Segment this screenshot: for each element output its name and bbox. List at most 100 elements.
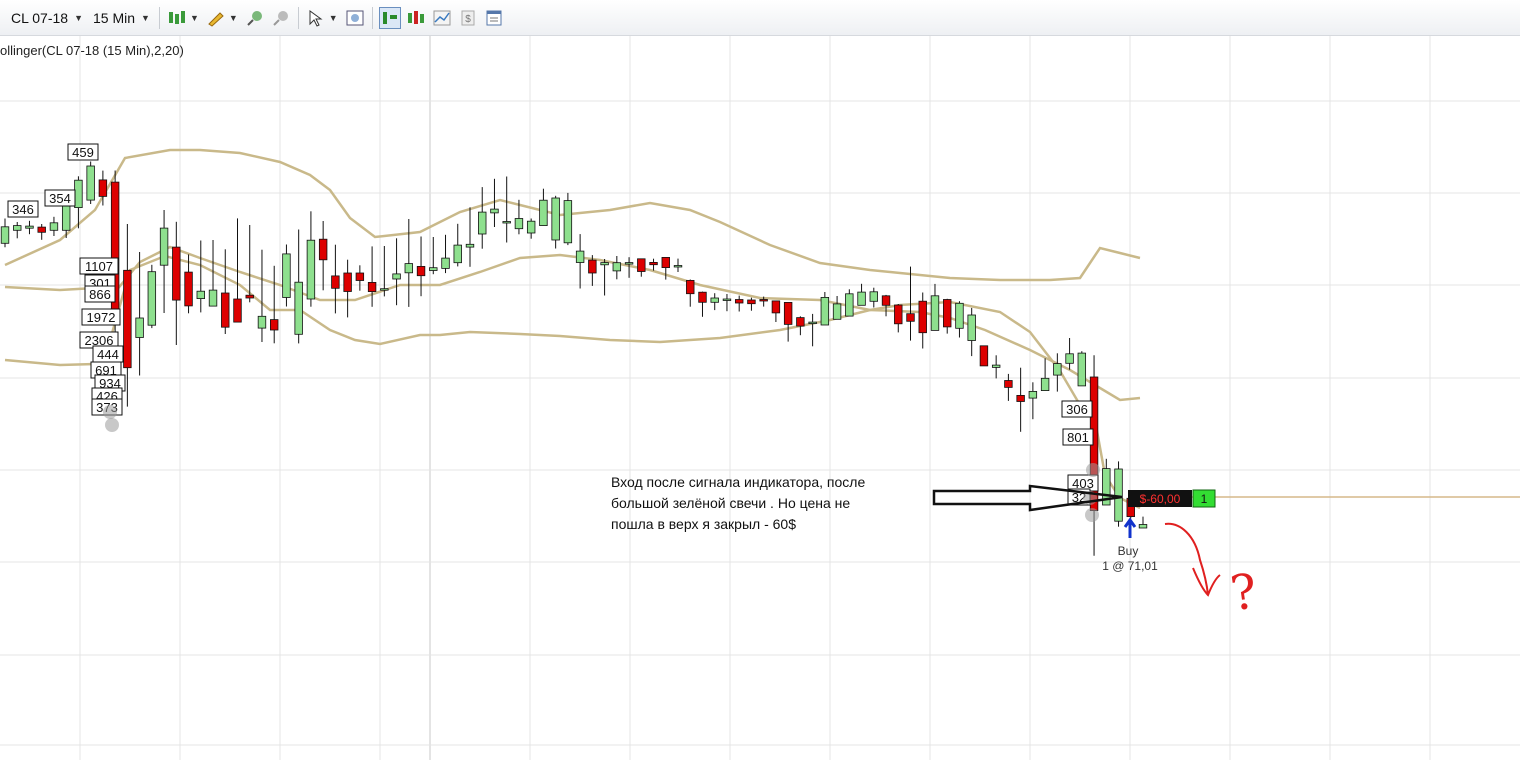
pointer-select-icon[interactable] [305,7,327,29]
position-display[interactable]: $-60,00 1 [1128,489,1216,508]
chart-trader-icon[interactable] [378,6,401,29]
indicator-label: ollinger(CL 07-18 (15 Min),2,20) [0,43,184,58]
candle-body [698,291,707,303]
candlestick-series [0,161,1148,556]
candle-body [686,279,695,295]
order-label-text: 1107 [85,259,113,274]
candle-body [869,291,878,302]
line-chart-icon[interactable] [431,7,453,29]
candle-body [465,243,475,248]
candle-body [991,364,1001,368]
candle-body [600,262,609,266]
candle-body [37,226,46,233]
bar-chart-icon[interactable] [405,7,427,29]
candle-body [808,321,817,325]
candle-body [1138,524,1148,529]
candle-body [233,298,242,323]
pencil-draw-icon[interactable] [205,7,227,29]
chevron-down-icon[interactable]: ▼ [190,13,199,23]
dollar-icon[interactable]: $ [457,7,479,29]
candle-body [147,271,157,326]
candle-body [588,259,597,274]
candle-body [1053,363,1062,376]
candle-body [759,299,768,302]
candle-body [61,205,71,231]
candle-body [380,288,389,291]
candle-body [25,225,34,229]
candle-body [906,313,915,322]
instrument-label: CL 07-18 [11,9,69,26]
order-label-text: 459 [72,145,94,160]
candle-body [478,211,487,235]
candle-body [612,262,622,272]
zoom-in-icon[interactable] [244,7,266,29]
candle-body [416,265,426,277]
timeframe-selector[interactable]: 15 Min ▼ [88,0,155,35]
candle-body [514,218,524,230]
candle-body [1077,352,1087,387]
candle-body [771,300,781,314]
candle-body [563,200,573,244]
candle-body [979,345,989,367]
candle-body [318,238,328,261]
candle-body [918,300,927,334]
properties-icon[interactable] [483,7,505,29]
execution-dot [105,418,119,432]
chart-toolbar: CL 07-18 ▼ 15 Min ▼ ▼ ▼ ▼ $ [0,0,1520,36]
price-chart[interactable]: 4593463541107301866197223064446919344263… [0,36,1520,760]
candle-body [710,297,719,303]
hand-drawn-down-arrow [1164,522,1221,597]
chevron-down-icon: ▼ [141,12,150,23]
candle-body [490,208,499,214]
chevron-down-icon[interactable]: ▼ [329,13,338,23]
zoom-out-icon[interactable] [270,7,292,29]
execution-detail: 1 @ 71,01 [1102,559,1158,573]
candle-body [661,256,670,268]
candle-body [930,295,940,331]
candle-body [49,222,59,231]
candle-body [367,281,377,292]
candle-body [159,227,169,266]
candle-body [857,291,866,306]
candle-body [673,265,683,268]
candle-body [967,314,976,341]
annotation-line-1: Вход после сигнала индикатора, после [611,474,866,490]
candle-body [257,315,267,329]
candle-body [796,317,805,327]
instrument-selector[interactable]: CL 07-18 ▼ [0,0,88,35]
candle-body [123,269,132,369]
execution-side: Buy [1118,544,1139,558]
order-label-text: 801 [1067,430,1089,445]
candle-body [955,302,964,329]
execution-dot [103,405,117,419]
toolbar-divider [297,6,299,29]
annotation-text: Вход после сигнала индикатора, после бол… [611,472,941,535]
chart-grid [0,36,1520,760]
candle-body [453,244,462,264]
candle-body [404,263,414,274]
candle-body [1040,377,1050,391]
data-box-icon[interactable] [344,7,366,29]
candle-body [294,281,303,335]
chevron-down-icon[interactable]: ▼ [229,13,238,23]
candle-body [649,261,658,266]
candle-body [722,298,732,301]
candle-body [539,199,548,226]
order-label-text: 866 [89,287,111,302]
position-quantity: 1 [1201,492,1208,506]
candlestick-style-icon[interactable] [166,7,188,29]
order-label-text: 346 [12,202,34,217]
order-label-text: 1972 [87,310,116,325]
candle-body [783,301,793,325]
candle-body [1065,353,1074,364]
candle-body [1016,394,1025,402]
candle-body [184,271,193,307]
candle-body [1004,380,1013,388]
svg-text:$: $ [465,14,471,25]
order-label-text: 354 [49,191,71,206]
candle-body [196,290,205,300]
candle-body [245,294,254,299]
question-mark: ? [1227,563,1260,622]
toolbar-divider [371,6,373,29]
candle-body [624,262,634,265]
